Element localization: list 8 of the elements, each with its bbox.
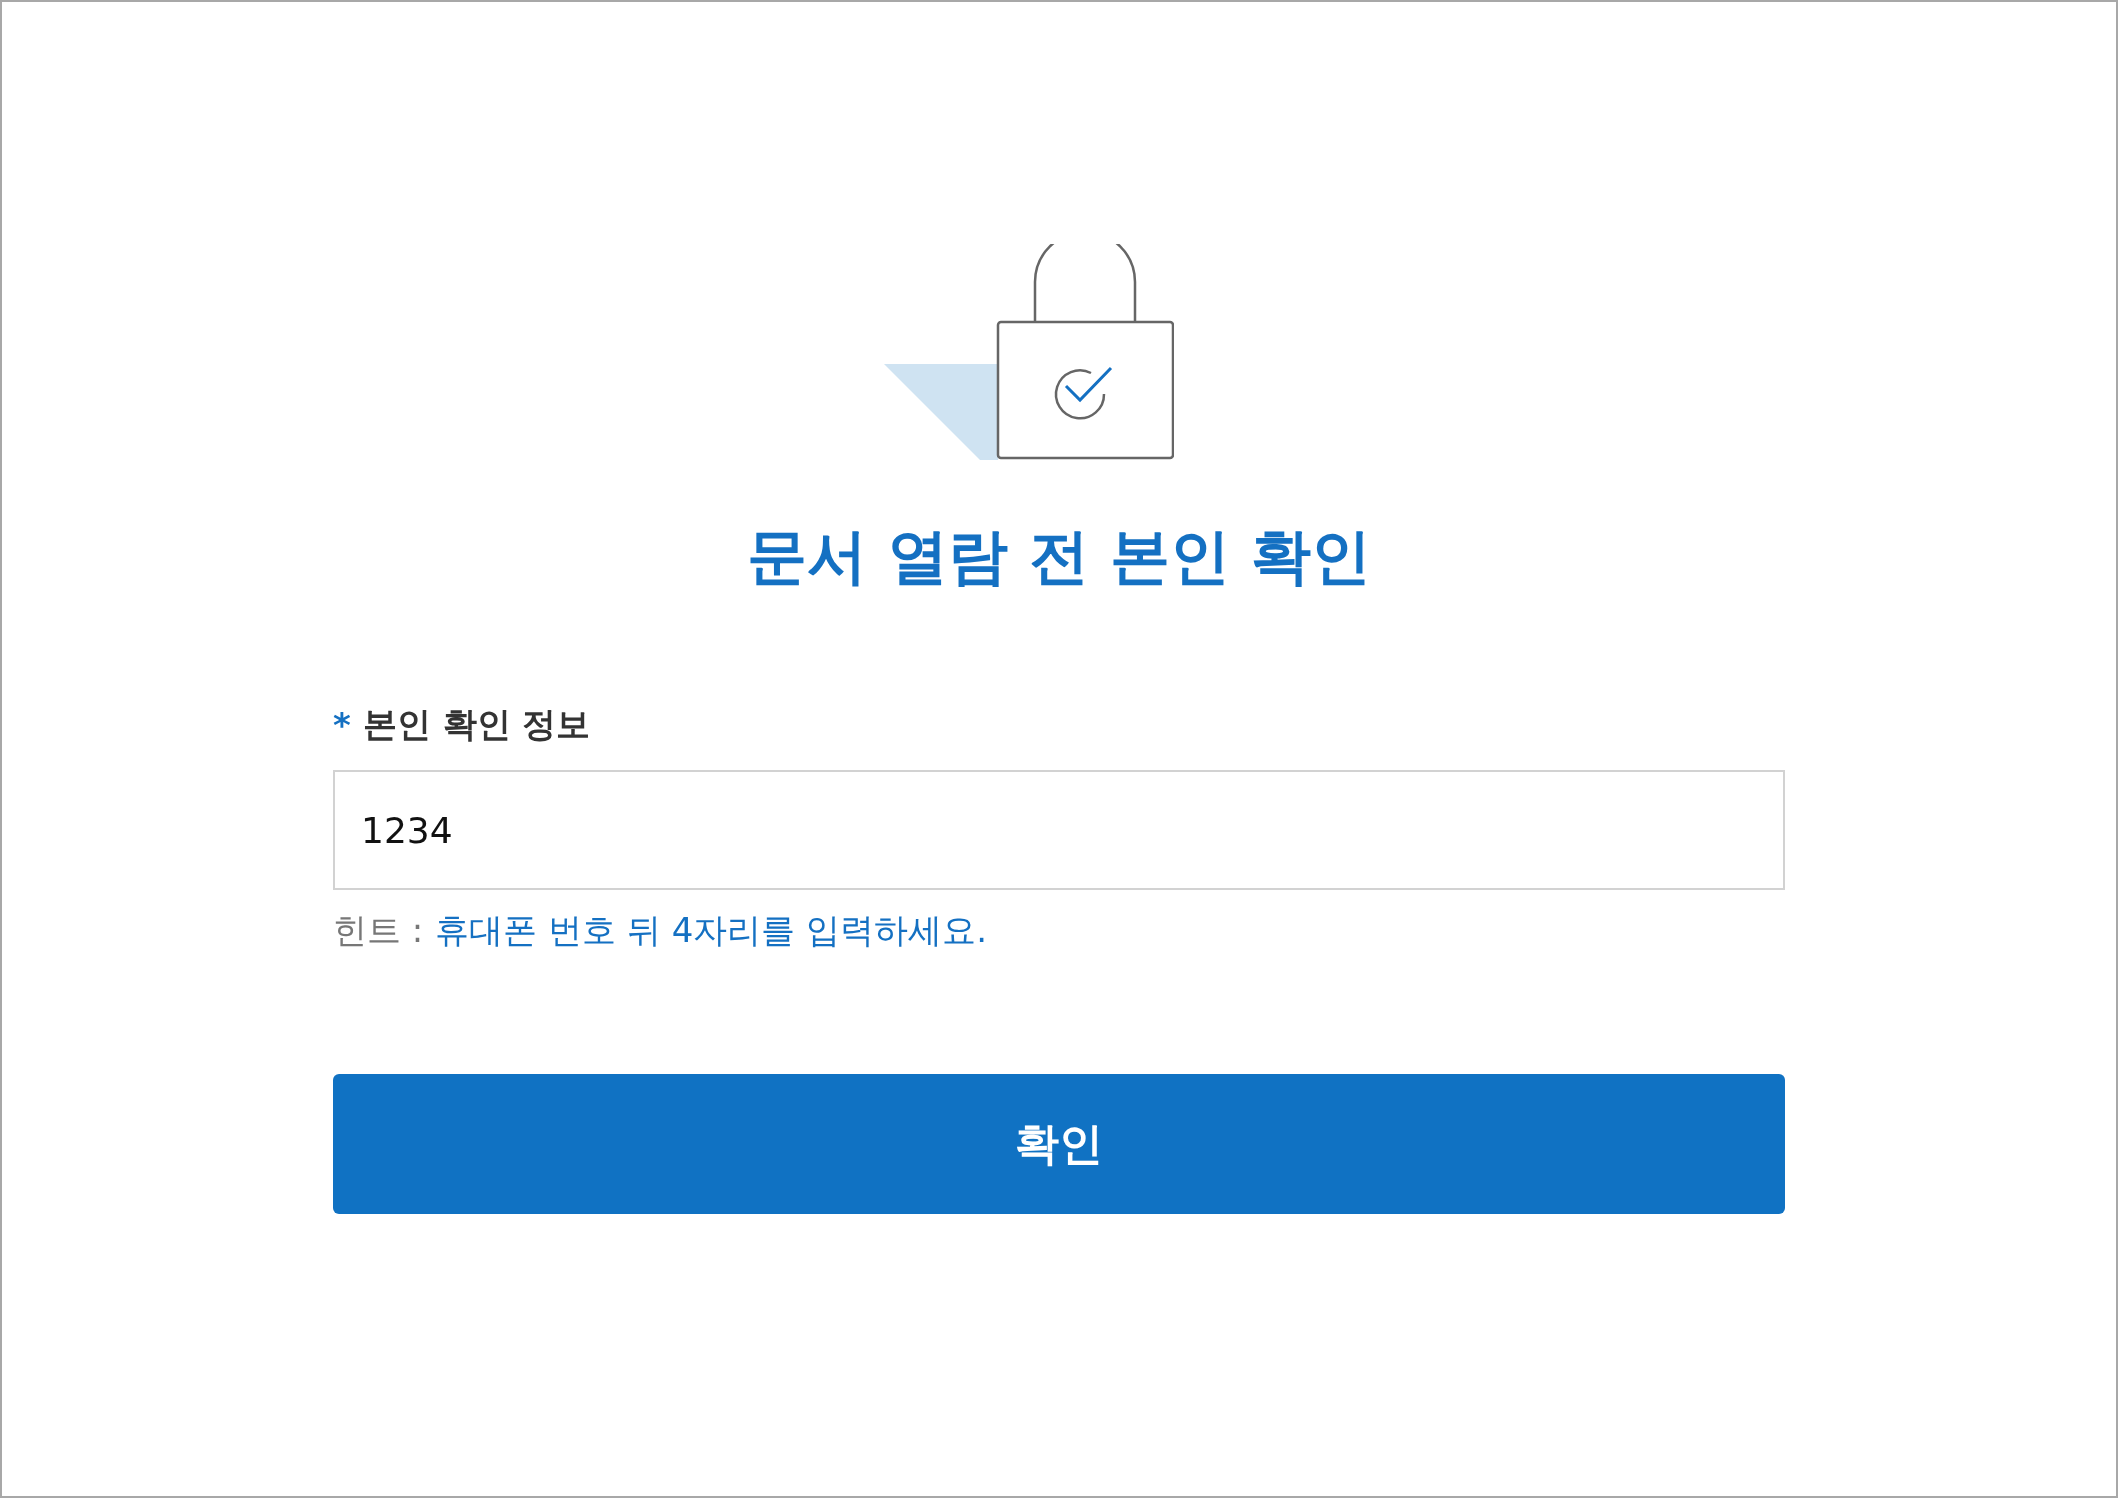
required-mark: * (333, 705, 351, 745)
input-field[interactable]: 1234 (333, 770, 1785, 890)
hint-label: 힌트 : (333, 909, 424, 952)
hint-text: 휴대폰 번호 뒤 4자리를 입력하세요. (435, 909, 987, 952)
field-label: 본인 확인 정보 (362, 703, 591, 746)
confirm-button[interactable]: 확인 (333, 1074, 1785, 1214)
page-title: 문서 열람 전 본인 확인 (747, 520, 1371, 592)
lock-check-icon (884, 244, 1174, 460)
